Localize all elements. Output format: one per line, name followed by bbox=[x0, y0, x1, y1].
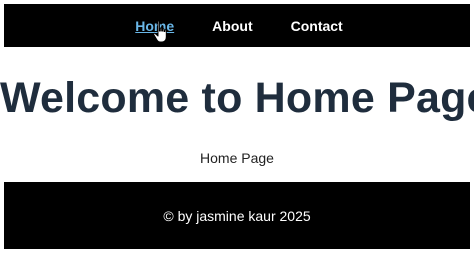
page: Home About Contact Welcome to Home Page … bbox=[0, 0, 474, 253]
nav-link-contact[interactable]: Contact bbox=[291, 18, 343, 34]
navbar: Home About Contact bbox=[4, 4, 470, 47]
footer-copyright: © by jasmine kaur 2025 bbox=[163, 207, 311, 224]
footer: © by jasmine kaur 2025 bbox=[4, 182, 470, 249]
hand-pointer-icon bbox=[153, 20, 167, 43]
page-title: Welcome to Home Page bbox=[0, 74, 474, 122]
nav-link-about[interactable]: About bbox=[212, 18, 252, 34]
page-subtitle: Home Page bbox=[200, 150, 274, 166]
nav-item-about: About bbox=[212, 18, 252, 36]
nav-item-contact: Contact bbox=[291, 18, 343, 36]
